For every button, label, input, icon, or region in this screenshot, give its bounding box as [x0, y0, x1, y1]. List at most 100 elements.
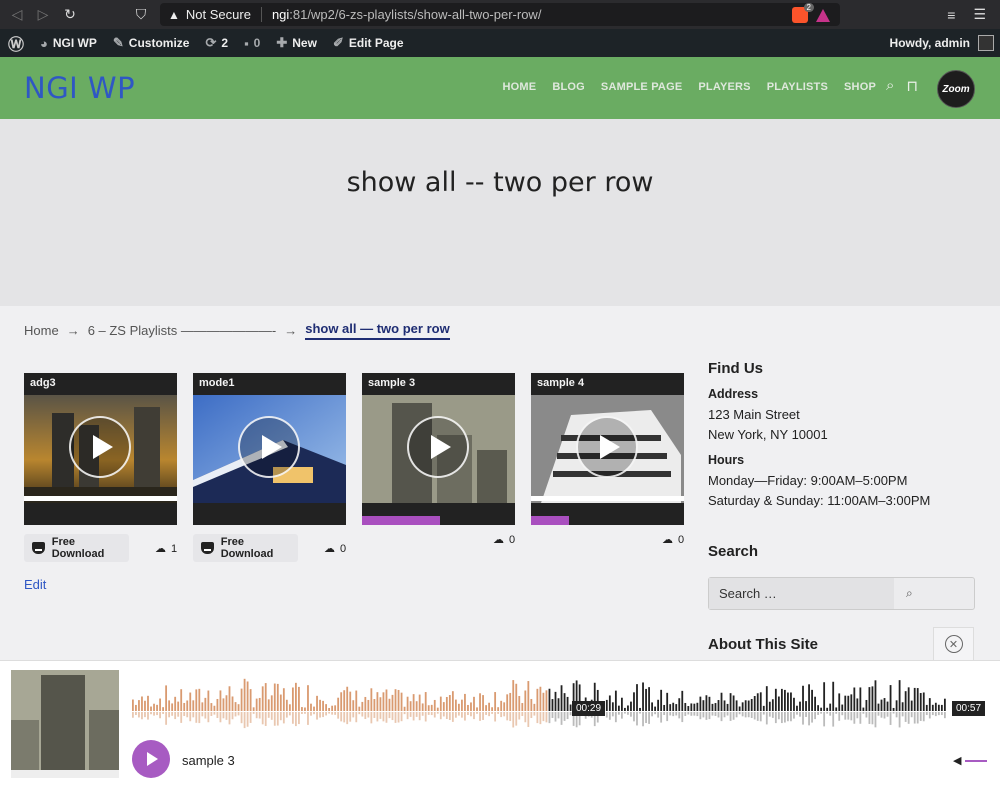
waveform-bar — [346, 686, 349, 711]
waveform-reflection — [614, 712, 617, 723]
waveform-bar — [756, 693, 759, 711]
waveform-reflection — [291, 712, 294, 724]
playlist-card[interactable]: sample 4 — [531, 373, 684, 525]
waveform-reflection — [708, 712, 711, 720]
forward-icon[interactable]: ▷ — [32, 3, 54, 25]
nav-sample-page[interactable]: SAMPLE PAGE — [601, 81, 682, 93]
play-button[interactable] — [576, 416, 638, 478]
waveform-reflection — [835, 712, 838, 714]
waveform-bar — [925, 704, 928, 711]
menu-icon[interactable]: ☰ — [973, 6, 986, 23]
search-icon[interactable]: ⌕ — [886, 77, 894, 95]
brave-shield-icon[interactable]: 2 — [792, 3, 814, 23]
waveform-reflection — [301, 712, 303, 714]
waveform-bar — [542, 692, 545, 711]
waveform-bar — [210, 703, 213, 711]
nav-shop[interactable]: SHOP — [844, 81, 876, 93]
bookmark-icon[interactable]: ⛉ — [130, 3, 152, 25]
play-button[interactable] — [407, 416, 469, 478]
reload-icon[interactable]: ↻ — [59, 3, 81, 25]
warning-icon: ▲ — [168, 7, 180, 22]
waveform-bar — [605, 699, 608, 711]
waveform-reflection — [931, 712, 934, 716]
waveform-bar — [687, 706, 690, 711]
waveform-bar — [291, 687, 294, 711]
admin-site-name[interactable]: ◕ NGI WP — [32, 29, 105, 57]
waveform-bar — [865, 699, 868, 711]
volume-bar[interactable] — [965, 759, 988, 762]
brave-rewards-icon[interactable] — [816, 8, 830, 22]
current-time: 00:29 — [572, 701, 606, 716]
breadcrumb-parent[interactable]: 6 – ZS Playlists ———————- — [88, 323, 277, 338]
free-download-button[interactable]: Free Download — [193, 534, 298, 562]
waveform-reflection — [165, 712, 168, 725]
waveform-reflection — [430, 712, 433, 716]
back-icon[interactable]: ◁ — [6, 3, 28, 25]
waveform-progress — [531, 516, 569, 525]
cart-icon[interactable]: ⊓ — [906, 77, 918, 95]
waveform-reflection — [521, 712, 524, 716]
player-play-button[interactable] — [132, 740, 170, 778]
waveform-bar — [901, 702, 904, 711]
waveform-bar — [838, 693, 841, 711]
free-download-button[interactable]: Free Download — [24, 534, 129, 562]
admin-updates[interactable]: ⟳ 2 — [197, 29, 236, 57]
waveform-bar — [657, 699, 660, 711]
waveform-reflection — [346, 712, 349, 725]
waveform-bar — [774, 688, 777, 711]
admin-customize[interactable]: ✎ Customize — [105, 29, 198, 57]
cloud-download-icon: ☁ — [662, 534, 673, 546]
waveform-bar — [138, 700, 140, 711]
nav-blog[interactable]: BLOG — [552, 81, 585, 93]
waveform-bar — [856, 698, 859, 711]
wp-logo-icon[interactable]: Ⓦ — [0, 29, 32, 57]
waveform-reflection — [491, 712, 494, 714]
admin-account[interactable]: Howdy, admin — [890, 29, 994, 57]
card-title: mode1 — [197, 376, 237, 390]
waveform-reflection — [527, 712, 530, 727]
waveform-bar — [264, 683, 267, 711]
waveform-bar — [943, 698, 946, 711]
waveform-bar — [617, 705, 620, 711]
waveform-reflection — [337, 712, 340, 719]
waveform-reflection — [421, 712, 424, 716]
nav-players[interactable]: PLAYERS — [698, 81, 750, 93]
waveform-reflection — [261, 712, 264, 725]
waveform-reflection — [940, 712, 943, 716]
volume-control[interactable]: ◀ — [953, 754, 988, 767]
player-waveform[interactable] — [132, 669, 947, 739]
search-submit-icon[interactable]: ⌕ — [894, 578, 974, 609]
playlist-card[interactable]: mode1 — [193, 373, 346, 525]
close-player-button[interactable]: ✕ — [933, 627, 974, 661]
waveform-reflection — [159, 712, 161, 719]
comment-icon: ▪ — [244, 35, 249, 51]
breadcrumb-home[interactable]: Home — [24, 323, 59, 338]
playlist-card[interactable]: adg3 — [24, 373, 177, 525]
edit-link[interactable]: Edit — [24, 577, 46, 592]
waveform-reflection — [370, 712, 373, 724]
admin-new[interactable]: ✚ New — [268, 29, 325, 57]
waveform-bar — [880, 699, 883, 711]
site-title[interactable]: NGI WP — [24, 71, 135, 105]
play-button[interactable] — [69, 416, 131, 478]
waveform-reflection — [796, 712, 798, 715]
play-button[interactable] — [238, 416, 300, 478]
admin-comments[interactable]: ▪ 0 — [236, 29, 268, 57]
waveform-bar — [898, 680, 901, 711]
waveform-reflection — [868, 712, 871, 724]
nav-home[interactable]: HOME — [503, 81, 537, 93]
playlist-card[interactable]: sample 3 — [362, 373, 515, 525]
waveform-reflection — [334, 712, 337, 715]
search-input[interactable]: Search … — [709, 578, 894, 609]
waveform-bar — [156, 704, 158, 711]
playlist-icon[interactable]: ≡ — [947, 7, 955, 23]
admin-edit-page[interactable]: ✐ Edit Page — [325, 29, 412, 57]
waveform-bar — [844, 695, 847, 711]
nav-playlists[interactable]: PLAYLISTS — [767, 81, 828, 93]
site-logo[interactable]: Zoom — [937, 70, 975, 108]
waveform-reflection — [805, 712, 807, 717]
waveform-bar — [533, 703, 536, 711]
card-title: sample 3 — [366, 376, 418, 390]
dashboard-icon: ◕ — [40, 35, 48, 51]
address-bar[interactable]: ▲ Not Secure ngi :81/wp2/6-zs-playlists/… — [160, 3, 840, 26]
